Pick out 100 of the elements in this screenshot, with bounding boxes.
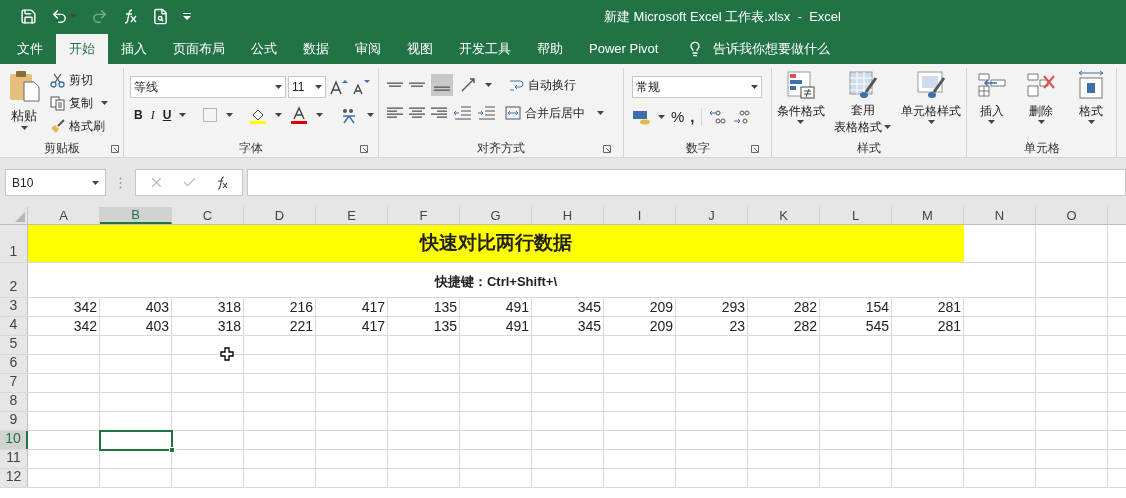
caret-icon bbox=[988, 120, 996, 124]
column-header[interactable]: E bbox=[316, 207, 388, 224]
copy-button[interactable]: 复制 bbox=[50, 94, 108, 112]
table-cell: 23 bbox=[676, 317, 748, 335]
number-format-field[interactable]: 常规 bbox=[632, 76, 762, 98]
format-painter-button[interactable]: 格式刷 bbox=[50, 117, 108, 135]
table-cell: 491 bbox=[460, 317, 532, 335]
ribbon-tab[interactable]: 文件 bbox=[4, 34, 56, 64]
customize-toolbar-icon[interactable] bbox=[183, 12, 191, 20]
comma-button[interactable]: , bbox=[690, 106, 695, 129]
name-box[interactable]: B10 bbox=[5, 169, 106, 196]
column-header[interactable]: C bbox=[172, 207, 244, 224]
column-header[interactable]: O bbox=[1036, 207, 1108, 224]
ribbon-tab[interactable]: 开始 bbox=[56, 34, 108, 64]
conditional-formatting-icon bbox=[785, 70, 816, 100]
table-cell: 417 bbox=[316, 317, 388, 335]
column-header[interactable]: G bbox=[460, 207, 532, 224]
font-name-field[interactable]: 等线 bbox=[130, 76, 286, 98]
row-header[interactable]: 5 bbox=[0, 336, 28, 354]
ribbon-tab[interactable]: 页面布局 bbox=[160, 34, 238, 64]
caret-icon bbox=[92, 180, 99, 185]
caret-icon bbox=[315, 85, 322, 89]
paste-button[interactable]: 粘贴 bbox=[6, 68, 42, 139]
row-header[interactable]: 6 bbox=[0, 355, 28, 373]
caret-icon bbox=[797, 120, 805, 124]
row-header[interactable]: 9 bbox=[0, 412, 28, 430]
delete-cells-button[interactable]: 删除 bbox=[1026, 70, 1057, 139]
dialog-launcher-icon[interactable] bbox=[360, 145, 368, 153]
drag-handle-icon[interactable] bbox=[119, 176, 122, 189]
column-header[interactable]: F bbox=[388, 207, 460, 224]
dialog-launcher-icon[interactable] bbox=[111, 145, 119, 153]
dialog-launcher-icon[interactable] bbox=[603, 145, 611, 153]
row-header[interactable]: 7 bbox=[0, 374, 28, 392]
row-header[interactable]: 1 bbox=[0, 225, 28, 262]
bold-button[interactable]: B bbox=[134, 106, 143, 124]
column-header[interactable]: M bbox=[892, 207, 964, 224]
table-cell: 318 bbox=[172, 317, 244, 335]
decrease-indent-icon bbox=[453, 106, 471, 120]
column-header[interactable]: L bbox=[820, 207, 892, 224]
undo-icon[interactable] bbox=[51, 7, 68, 25]
conditional-formatting-button[interactable]: 条件格式 bbox=[776, 70, 825, 139]
ribbon-tab[interactable]: Power Pivot bbox=[576, 34, 672, 64]
ribbon-tab[interactable]: 视图 bbox=[394, 34, 446, 64]
cut-button[interactable]: 剪切 bbox=[50, 71, 108, 89]
column-header[interactable]: J bbox=[676, 207, 748, 224]
caret-icon bbox=[226, 113, 234, 117]
function-icon[interactable] bbox=[122, 8, 138, 24]
active-cell[interactable] bbox=[99, 430, 173, 451]
align-left-icon bbox=[387, 107, 403, 119]
cursor-icon bbox=[220, 347, 234, 361]
column-header[interactable]: K bbox=[748, 207, 820, 224]
ribbon-tab[interactable]: 公式 bbox=[238, 34, 290, 64]
ribbon-tab[interactable]: 帮助 bbox=[524, 34, 576, 64]
insert-cells-icon bbox=[976, 70, 1007, 100]
table-cell: 209 bbox=[604, 317, 676, 335]
column-header[interactable]: N bbox=[964, 207, 1036, 224]
cell-styles-icon bbox=[916, 70, 947, 100]
paintbrush-icon bbox=[50, 118, 65, 134]
row-header[interactable]: 2 bbox=[0, 263, 28, 297]
insert-function-icon[interactable] bbox=[215, 175, 229, 190]
column-header[interactable]: B bbox=[100, 207, 172, 224]
column-header[interactable]: D bbox=[244, 207, 316, 224]
underline-button[interactable]: U bbox=[162, 106, 172, 124]
table-cell: 345 bbox=[532, 317, 604, 335]
row-header[interactable]: 8 bbox=[0, 393, 28, 411]
percent-button[interactable]: % bbox=[671, 106, 685, 129]
column-header[interactable]: I bbox=[604, 207, 676, 224]
increase-decimal-icon bbox=[707, 108, 726, 127]
table-cell: 293 bbox=[676, 298, 748, 316]
table-cell: 318 bbox=[172, 298, 244, 316]
ribbon-tab[interactable]: 开发工具 bbox=[446, 34, 524, 64]
save-icon[interactable] bbox=[20, 7, 37, 25]
ribbon-tab[interactable]: 审阅 bbox=[342, 34, 394, 64]
row-header[interactable]: 12 bbox=[0, 469, 28, 487]
format-cells-button[interactable]: 格式 bbox=[1076, 70, 1107, 139]
ribbon-tab[interactable]: 插入 bbox=[108, 34, 160, 64]
insert-cells-button[interactable]: 插入 bbox=[976, 70, 1007, 139]
table-cell: 342 bbox=[28, 317, 100, 335]
row-header[interactable]: 11 bbox=[0, 450, 28, 468]
row-header[interactable]: 10 bbox=[0, 431, 28, 449]
format-as-table-button[interactable]: 套用 表格格式 bbox=[834, 70, 892, 139]
row-header[interactable]: 4 bbox=[0, 317, 28, 335]
table-cell: 403 bbox=[100, 298, 172, 316]
wrap-text-button[interactable]: 自动换行 bbox=[508, 76, 576, 94]
print-preview-icon[interactable] bbox=[152, 7, 169, 25]
merge-center-button[interactable]: 合并后居中 bbox=[505, 104, 604, 122]
bottom-align-button[interactable] bbox=[431, 74, 453, 96]
cell-styles-button[interactable]: 单元格样式 bbox=[901, 70, 962, 139]
tell-me-field[interactable]: 告诉我你想要做什么 bbox=[713, 39, 831, 59]
dialog-launcher-icon[interactable] bbox=[751, 145, 759, 153]
formula-input[interactable] bbox=[247, 169, 1126, 196]
ribbon-tab[interactable]: 数据 bbox=[290, 34, 342, 64]
row-header[interactable]: 3 bbox=[0, 298, 28, 316]
table-cell: 281 bbox=[892, 298, 964, 316]
italic-button[interactable]: I bbox=[150, 106, 155, 124]
column-header[interactable]: H bbox=[532, 207, 604, 224]
table-cell: 209 bbox=[604, 298, 676, 316]
top-align-icon bbox=[387, 82, 403, 88]
font-size-field[interactable]: 11 bbox=[288, 76, 326, 98]
merge-cells-icon bbox=[505, 105, 521, 121]
